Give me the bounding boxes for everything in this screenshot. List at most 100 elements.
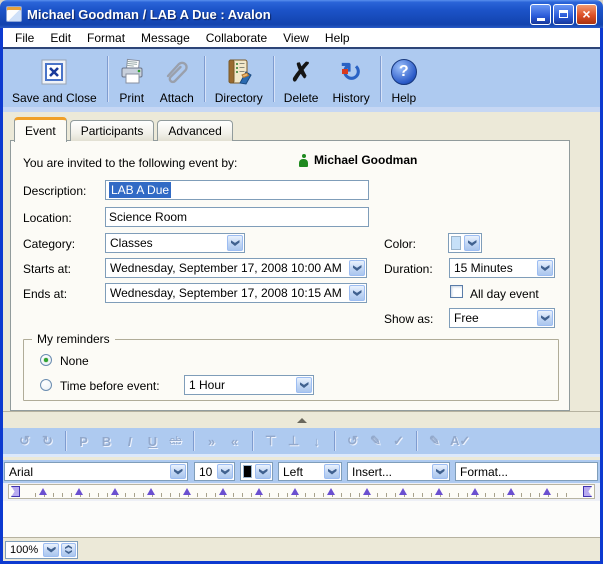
maximize-icon bbox=[559, 10, 568, 18]
font-dropdown[interactable]: Arial bbox=[4, 462, 188, 481]
accept-changes-icon[interactable]: ✓ bbox=[391, 433, 406, 449]
dropdown-arrow-icon[interactable] bbox=[255, 464, 271, 479]
indent-decrease-icon[interactable]: « bbox=[227, 434, 242, 449]
menu-collaborate[interactable]: Collaborate bbox=[198, 29, 275, 47]
dropdown-arrow-icon[interactable] bbox=[170, 464, 186, 479]
menu-message[interactable]: Message bbox=[133, 29, 198, 47]
tab-participants[interactable]: Participants bbox=[70, 120, 155, 141]
ruler-tab-marker[interactable] bbox=[507, 488, 515, 495]
undo-icon[interactable]: ↺ bbox=[17, 433, 32, 449]
ruler-tab-marker[interactable] bbox=[291, 488, 299, 495]
titlebar[interactable]: Michael Goodman / LAB A Due : Avalon × bbox=[0, 0, 603, 28]
ruler-tab-marker[interactable] bbox=[399, 488, 407, 495]
dropdown-arrow-icon[interactable] bbox=[227, 235, 243, 251]
splitter-collapse-icon[interactable] bbox=[297, 418, 307, 423]
print-button[interactable]: Print bbox=[111, 52, 153, 112]
color-dropdown[interactable] bbox=[448, 233, 482, 253]
font-color-dropdown[interactable] bbox=[240, 462, 273, 481]
menu-file[interactable]: File bbox=[7, 29, 42, 47]
align-bottom-icon[interactable]: ⊥ bbox=[286, 433, 301, 449]
zoom-spinner[interactable] bbox=[61, 543, 76, 557]
save-and-close-button[interactable]: Save and Close bbox=[5, 52, 104, 112]
reminder-none-radio[interactable] bbox=[40, 354, 52, 366]
menu-edit[interactable]: Edit bbox=[42, 29, 79, 47]
dropdown-arrow-icon[interactable] bbox=[432, 464, 448, 479]
message-body[interactable] bbox=[3, 501, 600, 537]
menu-format[interactable]: Format bbox=[79, 29, 133, 47]
ruler-tab-marker[interactable] bbox=[327, 488, 335, 495]
indent-increase-icon[interactable]: » bbox=[204, 434, 219, 449]
left-margin-marker[interactable] bbox=[11, 486, 20, 497]
menu-view[interactable]: View bbox=[275, 29, 317, 47]
organizer-name: Michael Goodman bbox=[314, 153, 417, 167]
spell-check-icon[interactable]: A✓ bbox=[450, 433, 470, 449]
splitter-bar[interactable] bbox=[3, 411, 600, 428]
all-day-checkbox[interactable] bbox=[450, 285, 463, 298]
duration-label: Duration: bbox=[384, 262, 433, 276]
spin-up-icon[interactable] bbox=[65, 545, 72, 549]
ruler-tab-marker[interactable] bbox=[255, 488, 263, 495]
ruler-tab-marker[interactable] bbox=[183, 488, 191, 495]
ruler-track[interactable] bbox=[8, 484, 595, 499]
ends-at-dropdown[interactable]: Wednesday, September 17, 2008 10:15 AM bbox=[105, 283, 367, 303]
dropdown-arrow-icon[interactable] bbox=[464, 235, 480, 251]
move-down-icon[interactable]: ↓ bbox=[309, 434, 324, 449]
location-input[interactable]: Science Room bbox=[105, 207, 369, 227]
ruler-tab-marker[interactable] bbox=[147, 488, 155, 495]
ruler-tab-marker[interactable] bbox=[39, 488, 47, 495]
delete-button[interactable]: ✗ Delete bbox=[277, 52, 326, 112]
ruler-tab-marker[interactable] bbox=[75, 488, 83, 495]
directory-button[interactable]: Directory bbox=[208, 52, 270, 112]
insert-dropdown[interactable]: Insert... bbox=[347, 462, 450, 481]
bold-icon[interactable]: B bbox=[99, 434, 114, 449]
dropdown-arrow-icon[interactable] bbox=[537, 260, 553, 276]
spin-down-icon[interactable] bbox=[65, 550, 72, 554]
ends-at-label: Ends at: bbox=[23, 287, 67, 301]
maximize-button[interactable] bbox=[553, 4, 574, 25]
attach-button[interactable]: Attach bbox=[153, 52, 201, 112]
strikethrough-icon[interactable]: ab bbox=[168, 435, 183, 447]
tab-stop-icon[interactable]: ⊤ bbox=[263, 433, 278, 449]
font-size-dropdown[interactable]: 10 bbox=[194, 462, 235, 481]
dropdown-arrow-icon[interactable] bbox=[324, 464, 340, 479]
help-button[interactable]: ? Help bbox=[384, 52, 424, 112]
category-dropdown[interactable]: Classes bbox=[105, 233, 245, 253]
dropdown-arrow-icon[interactable] bbox=[537, 310, 553, 326]
right-margin-marker[interactable] bbox=[583, 486, 592, 497]
starts-at-dropdown[interactable]: Wednesday, September 17, 2008 10:00 AM bbox=[105, 258, 367, 278]
reminder-time-radio[interactable] bbox=[40, 379, 52, 391]
zoom-control[interactable]: 100% bbox=[5, 541, 78, 559]
history-button[interactable]: ↻ History bbox=[325, 52, 376, 112]
dropdown-arrow-icon[interactable] bbox=[349, 285, 365, 301]
ruler-tab-marker[interactable] bbox=[543, 488, 551, 495]
align-dropdown[interactable]: Left bbox=[278, 462, 342, 481]
zoom-dropdown-arrow-icon[interactable] bbox=[43, 543, 59, 557]
show-as-dropdown[interactable]: Free bbox=[449, 308, 555, 328]
description-input[interactable]: LAB A Due bbox=[105, 180, 369, 200]
signature-icon[interactable]: ✎ bbox=[427, 433, 442, 449]
underline-icon[interactable]: U bbox=[145, 434, 160, 449]
ruler-tab-marker[interactable] bbox=[471, 488, 479, 495]
toolbar-separator bbox=[416, 431, 417, 451]
dropdown-arrow-icon[interactable] bbox=[217, 464, 233, 479]
rotate-icon[interactable]: ↺ bbox=[345, 433, 360, 449]
pen-icon[interactable]: ✎ bbox=[368, 433, 383, 449]
tab-advanced[interactable]: Advanced bbox=[157, 120, 232, 141]
format-dropdown[interactable]: Format... bbox=[455, 462, 598, 481]
tab-event[interactable]: Event bbox=[14, 117, 67, 142]
redo-icon[interactable]: ↻ bbox=[40, 433, 55, 449]
dropdown-arrow-icon[interactable] bbox=[349, 260, 365, 276]
duration-dropdown[interactable]: 15 Minutes bbox=[449, 258, 555, 278]
menu-help[interactable]: Help bbox=[317, 29, 358, 47]
italic-icon[interactable]: I bbox=[122, 434, 137, 449]
minimize-button[interactable] bbox=[530, 4, 551, 25]
paragraph-icon[interactable]: P bbox=[76, 434, 91, 449]
ruler-tab-marker[interactable] bbox=[363, 488, 371, 495]
description-label: Description: bbox=[23, 184, 86, 198]
dropdown-arrow-icon[interactable] bbox=[296, 377, 312, 393]
ruler-tab-marker[interactable] bbox=[219, 488, 227, 495]
close-button[interactable]: × bbox=[576, 4, 597, 25]
reminder-time-dropdown[interactable]: 1 Hour bbox=[184, 375, 314, 395]
ruler-tab-marker[interactable] bbox=[111, 488, 119, 495]
ruler-tab-marker[interactable] bbox=[435, 488, 443, 495]
